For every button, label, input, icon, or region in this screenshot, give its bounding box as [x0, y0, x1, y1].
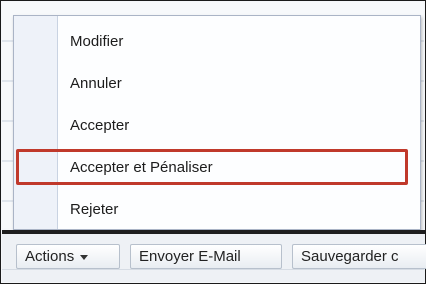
menu-item-accepter[interactable]: Accepter [14, 106, 420, 146]
actions-dropdown-button[interactable]: Actions [16, 244, 120, 269]
save-button[interactable]: Sauvegarder c [292, 244, 426, 269]
send-email-button[interactable]: Envoyer E-Mail [130, 244, 282, 269]
menu-item-label: Rejeter [70, 201, 119, 218]
page-frame: Modifier Annuler Accepter Accepter et Pé… [0, 0, 426, 284]
menu-item-label: Accepter [70, 117, 130, 134]
action-toolbar: Actions Envoyer E-Mail Sauvegarder c [2, 230, 426, 282]
caret-down-icon [80, 254, 89, 260]
menu-item-annuler[interactable]: Annuler [14, 64, 420, 104]
highlight-annotation-box [16, 149, 408, 185]
menu-item-label: Modifier [70, 33, 124, 50]
send-email-label: Envoyer E-Mail [139, 248, 241, 265]
actions-button-label: Actions [25, 248, 75, 265]
menu-item-modifier[interactable]: Modifier [14, 22, 420, 62]
menu-item-rejeter[interactable]: Rejeter [14, 190, 420, 229]
save-button-label: Sauvegarder c [301, 248, 399, 265]
toolbar-bottom-divider [2, 269, 424, 270]
menu-item-label: Annuler [70, 75, 122, 92]
actions-dropdown-menu: Modifier Annuler Accepter Accepter et Pé… [13, 15, 421, 230]
toolbar-separator [2, 230, 425, 234]
